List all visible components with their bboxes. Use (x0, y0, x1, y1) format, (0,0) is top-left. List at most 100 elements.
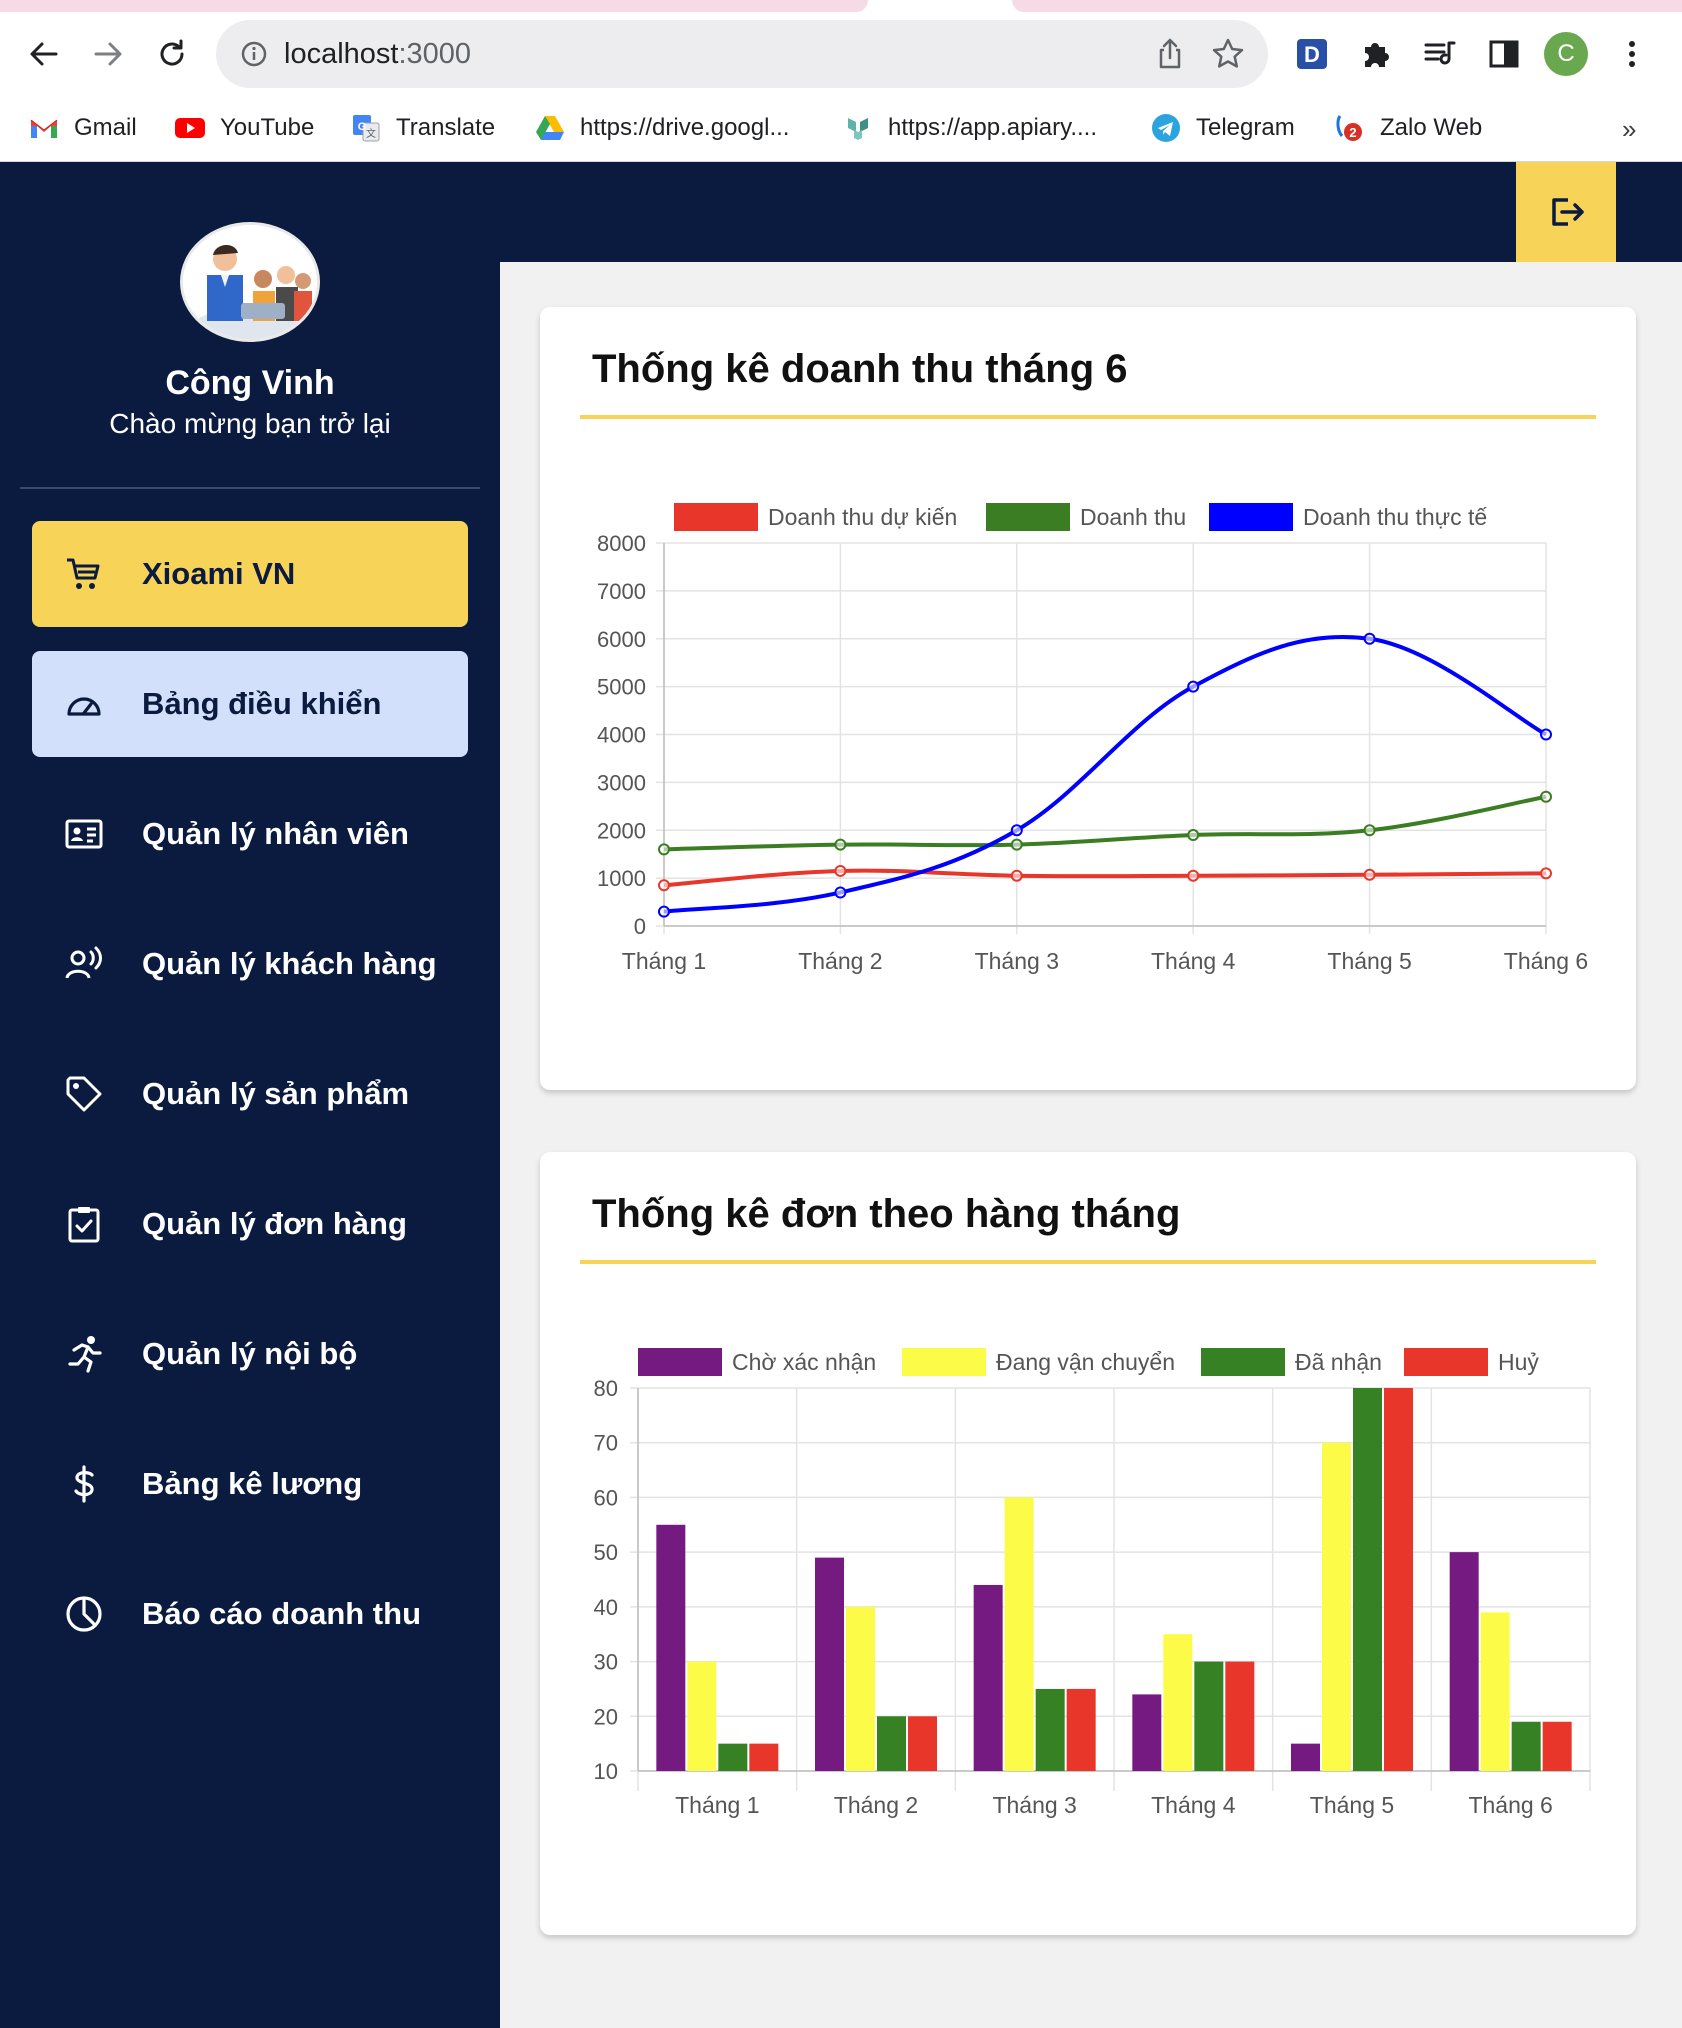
bar (1511, 1721, 1541, 1771)
svg-text:文: 文 (366, 127, 376, 140)
x-tick-label: Tháng 2 (834, 1792, 918, 1818)
sidebar-item-label: Quản lý sản phẩm (142, 1076, 410, 1111)
sidebar-item-products[interactable]: Quản lý sản phẩm (32, 1041, 468, 1147)
x-tick-label: Tháng 6 (1468, 1792, 1552, 1818)
y-tick-label: 10 (594, 1759, 618, 1784)
series-line (663, 634, 1547, 914)
sidebar-item-revenue-report[interactable]: Báo cáo doanh thu (32, 1561, 468, 1667)
data-point (1010, 869, 1023, 882)
data-point (1540, 867, 1552, 880)
url-text[interactable]: localhost:3000 (284, 38, 471, 71)
tab-background-right[interactable] (1012, 0, 1682, 12)
y-tick-label: 70 (594, 1431, 618, 1456)
sidebar-item-dashboard[interactable]: Bảng điều khiển (32, 651, 468, 757)
bookmark-gmail[interactable]: Gmail (28, 110, 137, 146)
forward-button[interactable] (86, 32, 130, 76)
sidebar-item-label: Quản lý đơn hàng (142, 1206, 407, 1241)
puzzle-icon (1365, 43, 1389, 67)
browser-menu-button[interactable] (1610, 32, 1654, 76)
bar (1449, 1552, 1479, 1771)
data-point (658, 843, 670, 856)
bookmark-label: Telegram (1196, 114, 1295, 141)
bookmark-star-icon[interactable] (1210, 36, 1246, 72)
y-tick-label: 8000 (597, 531, 646, 556)
bookmark-translate[interactable]: G文 Translate (350, 110, 495, 146)
reading-list-button[interactable] (1418, 32, 1462, 76)
data-point (1187, 869, 1200, 882)
y-tick-label: 5000 (597, 675, 646, 700)
legend-label: Doanh thu (1080, 504, 1186, 530)
y-tick-label: 1000 (597, 866, 646, 891)
x-tick-label: Tháng 5 (1327, 948, 1411, 974)
data-point (658, 879, 670, 892)
sidebar-item-orders[interactable]: Quản lý đơn hàng (32, 1171, 468, 1277)
site-info-icon[interactable] (240, 40, 268, 68)
x-tick-label: Tháng 3 (975, 948, 1059, 974)
bar (908, 1716, 937, 1771)
bookmark-label: Zalo Web (1380, 114, 1483, 141)
profile-avatar[interactable]: C (1544, 32, 1588, 76)
y-tick-label: 80 (594, 1376, 618, 1401)
logout-button[interactable] (1516, 162, 1616, 262)
bookmarks-overflow-button[interactable]: » (1622, 114, 1636, 145)
sidebar-item-payroll[interactable]: Bảng kê lương (32, 1431, 468, 1537)
share-icon[interactable] (1152, 36, 1188, 72)
bar (1480, 1612, 1510, 1771)
revenue-card: Thống kê doanh thu tháng 6 Doanh thu dự … (540, 307, 1636, 1090)
reload-button[interactable] (150, 32, 194, 76)
sidebar-item-employees[interactable]: Quản lý nhân viên (32, 781, 468, 887)
bar (1163, 1634, 1193, 1771)
drive-icon (534, 112, 566, 144)
back-button[interactable] (22, 32, 66, 76)
welcome-text: Chào mừng bạn trở lại (109, 408, 391, 439)
sidebar-item-brand[interactable]: Xioami VN (32, 521, 468, 627)
bar (1384, 1388, 1413, 1771)
data-point (1363, 868, 1376, 881)
dashlane-extension-button[interactable]: D (1290, 32, 1334, 76)
data-point (1010, 824, 1023, 837)
apiary-icon (842, 112, 874, 144)
data-point (1363, 824, 1376, 837)
bookmark-telegram[interactable]: Telegram (1150, 110, 1295, 146)
bookmark-apiary[interactable]: https://app.apiary.... (842, 110, 1097, 146)
legend-label: Doanh thu dự kiến (768, 504, 957, 530)
address-bar[interactable]: localhost:3000 (216, 20, 1268, 88)
bookmark-label: Gmail (74, 114, 137, 141)
bar (815, 1557, 844, 1771)
y-tick-label: 0 (634, 914, 646, 939)
sidebar-divider (20, 487, 480, 489)
bar (687, 1661, 717, 1771)
x-tick-label: Tháng 4 (1151, 948, 1236, 974)
data-point (1540, 790, 1552, 803)
sidebar-item-label: Bảng kê lương (142, 1466, 363, 1501)
arrow-right-icon (94, 42, 122, 66)
x-tick-label: Tháng 1 (675, 1792, 759, 1818)
x-tick-label: Tháng 3 (992, 1792, 1076, 1818)
data-point (834, 838, 847, 851)
sidebar-item-internal[interactable]: Quản lý nội bộ (32, 1301, 468, 1407)
bookmark-drive[interactable]: https://drive.googl... (534, 110, 789, 146)
x-tick-label: Tháng 5 (1310, 1792, 1394, 1818)
svg-text:D: D (1304, 42, 1320, 67)
bar (877, 1716, 906, 1771)
pie-chart-icon (62, 1592, 106, 1636)
user-avatar[interactable] (180, 222, 320, 342)
bar (1004, 1497, 1034, 1771)
bar (718, 1743, 748, 1771)
bookmark-youtube[interactable]: YouTube (174, 110, 314, 146)
translate-icon: G文 (350, 112, 382, 144)
running-icon (62, 1332, 106, 1376)
svg-text:G: G (358, 121, 367, 133)
bookmark-label: Translate (396, 114, 496, 141)
revenue-line-chart: Doanh thu dự kiến Doanh thu Doanh thu thực… (597, 503, 1588, 974)
x-tick-label: Tháng 6 (1504, 948, 1588, 974)
data-point (1010, 838, 1023, 851)
extensions-button[interactable] (1354, 32, 1398, 76)
data-point (1540, 728, 1552, 741)
side-panel-button[interactable] (1482, 32, 1526, 76)
bar (1322, 1442, 1351, 1771)
sidebar-item-customers[interactable]: Quản lý khách hàng (32, 911, 468, 1017)
gmail-icon (28, 112, 60, 144)
bookmark-zalo[interactable]: 2 Zalo Web (1334, 110, 1482, 146)
tab-background-left[interactable] (0, 0, 868, 12)
